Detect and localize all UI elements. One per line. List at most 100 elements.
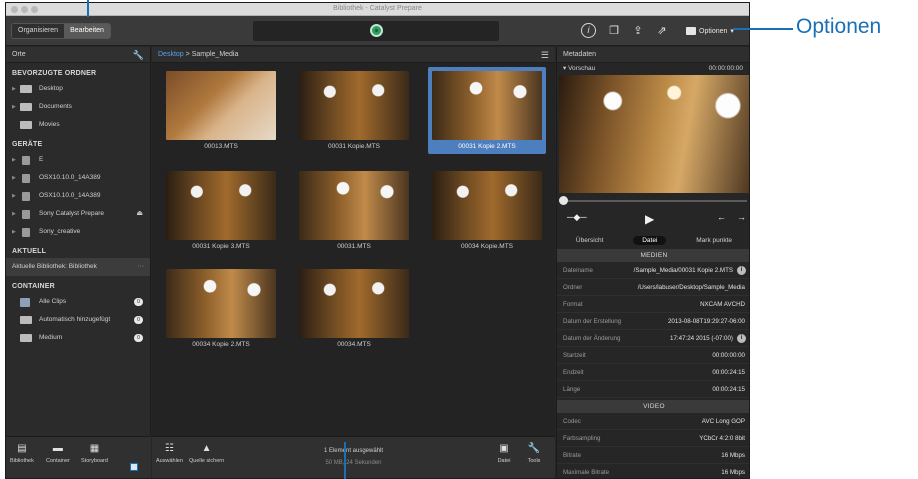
info-icon[interactable]: i [737, 266, 746, 275]
sidebar-item-documents[interactable]: ▶ Documents [6, 98, 150, 116]
metadata-value: 00:00:24:15 [712, 369, 745, 376]
disclosure-triangle-icon[interactable]: ▶ [12, 80, 16, 98]
edit-mode-button[interactable]: Bearbeiten [64, 24, 110, 38]
disclosure-triangle-icon[interactable]: ▶ [12, 187, 16, 205]
container-item-medium[interactable]: Medium 0 [6, 329, 150, 347]
mark-out-icon[interactable]: → [737, 212, 746, 222]
sidebar-item-movies[interactable]: Movies [6, 116, 150, 134]
playhead-knob[interactable] [559, 196, 568, 205]
wrench-icon[interactable]: 🔧 [133, 47, 144, 63]
container-label: Alle Clips [39, 298, 67, 305]
metadata-key: Bitrate [563, 452, 581, 459]
share-icon[interactable]: ⇗ [654, 24, 670, 38]
metadata-key: Länge [563, 386, 581, 393]
sidebar-item-desktop[interactable]: ▶ Desktop [6, 80, 150, 98]
breadcrumb-desktop[interactable]: Desktop [158, 51, 184, 58]
sidebar-item-label: Documents [39, 103, 72, 110]
organize-mode-button[interactable]: Organisieren [12, 24, 65, 38]
breadcrumb-sample-media[interactable]: Sample_Media [192, 51, 239, 58]
clip-thumbnail[interactable]: 00031 Kopie 3.MTS [162, 167, 280, 254]
info-icon[interactable]: i [737, 334, 746, 343]
current-library-item[interactable]: Aktuelle Bibliothek: Bibliothek ⋯ [6, 258, 150, 276]
clip-preview-image [166, 171, 276, 240]
clip-thumbnail[interactable]: 00013.MTS [162, 67, 280, 154]
count-badge: 0 [134, 334, 143, 342]
catalyst-logo-icon [370, 24, 383, 37]
sidebar-item-device-catalyst[interactable]: ▶ Sony Catalyst Prepare ⏏ [6, 205, 150, 223]
info-icon[interactable]: i [581, 23, 596, 38]
metadata-row: Startzeit 00:00:00:00 [557, 347, 749, 364]
tab-overview[interactable]: Übersicht [576, 237, 603, 244]
callout-line-status [344, 442, 346, 479]
sidebar-item-device-osx-1[interactable]: ▶ OSX10.10.0_14A389 [6, 169, 150, 187]
clip-thumbnail[interactable]: 00034 Kopie.MTS [428, 167, 546, 254]
metadata-value: NXCAM AVCHD [700, 301, 745, 308]
sidebar-header: Orte 🔧 [6, 47, 150, 63]
video-group-header: VIDEO [557, 400, 749, 413]
playhead-scrubber[interactable] [557, 193, 749, 207]
disclosure-triangle-icon[interactable]: ▶ [12, 151, 16, 169]
sidebar-item-device-osx-2[interactable]: ▶ OSX10.10.0_14A389 [6, 187, 150, 205]
metadata-key: Format [563, 301, 583, 308]
clip-name: 00031 Kopie 3.MTS [192, 243, 250, 250]
clip-thumbnail[interactable]: 00031.MTS [295, 167, 413, 254]
app-window: Bibliothek - Catalyst Prepare Organisier… [5, 2, 750, 479]
sidebar-item-label: Sony_creative [39, 228, 81, 235]
container-item-all-clips[interactable]: Alle Clips 0 [6, 293, 150, 311]
count-badge: 0 [134, 298, 143, 306]
breadcrumb-separator: > [185, 51, 190, 58]
metadata-key: Datum der Erstellung [563, 318, 622, 325]
sidebar-item-label: OSX10.10.0_14A389 [39, 192, 101, 199]
main-toolbar: Organisieren Bearbeiten i ❐ ⇪ ⇗ Optionen… [6, 16, 749, 46]
disclosure-triangle-icon[interactable]: ▶ [12, 223, 16, 241]
tools-label: Tools [527, 458, 541, 464]
folder-icon [20, 121, 32, 129]
metadata-key: Ordner [563, 284, 583, 291]
metadata-row: Farbsampling YCbCr 4:2:0 8bit [557, 430, 749, 447]
copy-icon[interactable]: ❐ [606, 24, 622, 38]
metadata-key: Maximale Bitrate [563, 469, 610, 476]
transport-controls: ─◆─ ▶ ← → [557, 207, 749, 231]
options-button[interactable]: Optionen ▾ [686, 24, 734, 38]
disclosure-triangle-icon[interactable]: ▶ [12, 169, 16, 187]
library-button[interactable]: ▤ Bibliothek [10, 443, 34, 464]
more-icon[interactable]: ⋯ [138, 258, 145, 276]
metadata-tabs: Übersicht Datei Mark punkte [561, 233, 747, 247]
metadata-value: 00:00:24:15 [712, 386, 745, 393]
container-item-auto-added[interactable]: Automatisch hinzugefügt 0 [6, 311, 150, 329]
clip-thumbnail[interactable]: 00034.MTS [295, 265, 413, 352]
eject-icon[interactable]: ⏏ [136, 205, 143, 223]
clip-thumbnail[interactable]: 00031 Kopie.MTS [295, 67, 413, 154]
clip-preview-image [299, 71, 409, 140]
tab-file[interactable]: Datei [633, 235, 667, 245]
metadata-header: Metadaten [557, 47, 749, 63]
storyboard-button[interactable]: ▦ Storyboard [81, 443, 108, 464]
sidebar-item-device-creative[interactable]: ▶ Sony_creative [6, 223, 150, 241]
window-title: Bibliothek - Catalyst Prepare [333, 5, 422, 12]
shuttle-icon[interactable]: ─◆─ [567, 212, 587, 223]
list-view-icon[interactable]: ☰ [541, 47, 549, 63]
file-button[interactable]: ▣ Datei [497, 443, 511, 464]
disclosure-triangle-icon[interactable]: ▶ [12, 98, 16, 116]
metadata-row: Bitrate 16 Mbps [557, 447, 749, 464]
container-label: Medium [39, 334, 63, 341]
selection-size: 50 MB, 24 Sekunden [325, 460, 382, 466]
library-icon: ▤ [17, 443, 27, 454]
preview-header[interactable]: ▾ Vorschau 00:00:00:00 [557, 63, 749, 75]
container-button[interactable]: ▬ Container [46, 443, 70, 464]
metadata-value: /Users/labuser/Desktop/Sample_Media [637, 284, 745, 291]
clip-thumbnail[interactable]: 00034 Kopie 2.MTS [162, 265, 280, 352]
clips-icon [20, 298, 30, 307]
clip-thumbnail-selected[interactable]: 00031 Kopie 2.MTS [428, 67, 546, 154]
container-icon [20, 316, 32, 324]
upload-icon[interactable]: ⇪ [630, 24, 646, 38]
sidebar-item-device-e[interactable]: ▶ E [6, 151, 150, 169]
sidebar-item-label: OSX10.10.0_14A389 [39, 174, 101, 181]
clip-name: 00013.MTS [204, 143, 238, 150]
tab-markers[interactable]: Mark punkte [696, 237, 732, 244]
mark-in-icon[interactable]: ← [717, 212, 726, 222]
tools-button[interactable]: 🔧 Tools [527, 443, 541, 464]
activity-display [253, 21, 499, 41]
play-icon[interactable]: ▶ [645, 212, 654, 226]
disclosure-triangle-icon[interactable]: ▶ [12, 205, 16, 223]
